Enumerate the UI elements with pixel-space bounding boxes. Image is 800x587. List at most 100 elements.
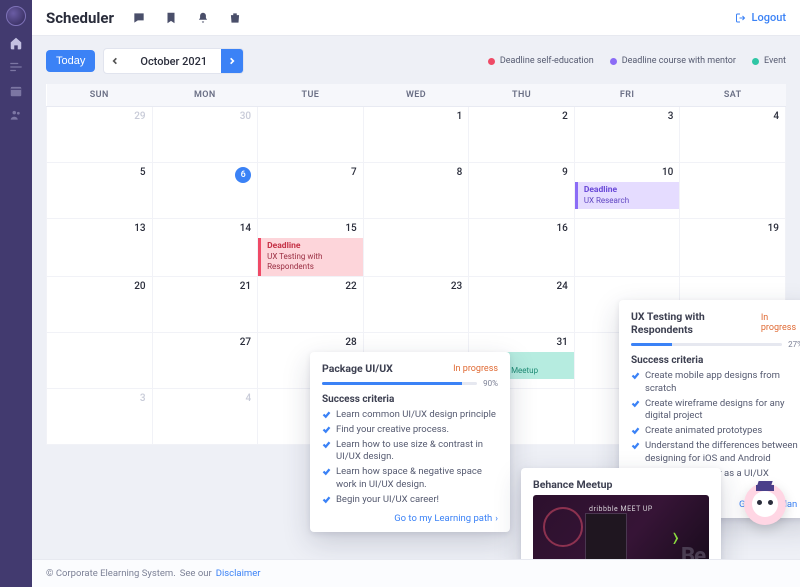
calendar-cell[interactable]: 10 DeadlineUX Research: [574, 163, 680, 219]
calendar-dayname: THU: [469, 84, 575, 107]
popover-package: Package UI/UX In progress 90% Success cr…: [310, 352, 510, 532]
day-number: 16: [556, 223, 567, 234]
calendar-cell[interactable]: [574, 219, 680, 277]
calendar: SUNMONTUEWEDTHUFRISAT 293012345678910Dea…: [46, 84, 786, 445]
calendar-cell[interactable]: 16: [469, 219, 575, 277]
day-number: 19: [768, 223, 779, 234]
day-number: 2: [562, 111, 568, 122]
subtitle: Success criteria: [631, 355, 800, 366]
calendar-cell[interactable]: 9: [469, 163, 575, 219]
month-navigator: October 2021: [103, 48, 244, 74]
calendar-cell[interactable]: [258, 107, 364, 163]
disclaimer-link[interactable]: Disclaimer: [216, 568, 261, 579]
content-area: Today October 2021 Deadline self-educati…: [32, 36, 800, 559]
event-thumbnail: dribbble MEET UP › Be: [533, 495, 709, 559]
help-mascot-button[interactable]: [744, 483, 786, 525]
calendar-cell[interactable]: 6: [152, 163, 258, 219]
calendar-cell[interactable]: [47, 332, 153, 388]
footer: © Corporate Elearning System. See our Di…: [32, 559, 800, 587]
day-number: 3: [140, 393, 146, 404]
calendar-dayname: SAT: [680, 84, 786, 107]
criteria-item: Create wireframe designs for any digital…: [631, 398, 800, 424]
calendar-cell[interactable]: 7: [258, 163, 364, 219]
calendar-dayname: FRI: [574, 84, 680, 107]
day-number: 15: [345, 223, 356, 234]
calendar-cell[interactable]: 15 DeadlineUX Testing with Respondents: [258, 219, 364, 277]
legend-dot-teal: [752, 58, 759, 65]
calendar-cell[interactable]: 20: [47, 276, 153, 332]
day-number: 10: [662, 167, 673, 178]
topbar: Scheduler Logout: [32, 0, 800, 36]
logout-button[interactable]: Logout: [735, 11, 786, 24]
nav-calendar-icon[interactable]: [9, 84, 23, 98]
month-label: October 2021: [126, 55, 221, 68]
day-number: 20: [134, 281, 145, 292]
calendar-cell[interactable]: 14: [152, 219, 258, 277]
calendar-dayname: WED: [363, 84, 469, 107]
calendar-cell[interactable]: 21: [152, 276, 258, 332]
calendar-cell[interactable]: 1: [363, 107, 469, 163]
calendar-cell[interactable]: 13: [47, 219, 153, 277]
popover-title: Behance Meetup: [533, 478, 709, 491]
calendar-cell[interactable]: 4: [152, 388, 258, 444]
nav-home-icon[interactable]: [9, 36, 23, 50]
go-to-learning-path-link[interactable]: Go to my Learning path›: [322, 513, 498, 524]
calendar-cell[interactable]: 8: [363, 163, 469, 219]
legend: Deadline self-education Deadline course …: [488, 56, 786, 66]
criteria-item: Find your creative process.: [322, 424, 498, 437]
calendar-cell[interactable]: 22: [258, 276, 364, 332]
day-number: 3: [668, 111, 674, 122]
calendar-cell[interactable]: 19: [680, 219, 786, 277]
prev-month-button[interactable]: [104, 49, 126, 73]
day-number: 13: [134, 223, 145, 234]
next-month-button[interactable]: [221, 49, 243, 73]
day-number: 1: [457, 111, 463, 122]
calendar-cell[interactable]: 5: [47, 163, 153, 219]
calendar-cell[interactable]: 3: [47, 388, 153, 444]
day-number: 4: [773, 111, 779, 122]
trash-icon[interactable]: [228, 11, 242, 25]
calendar-cell[interactable]: [680, 163, 786, 219]
bookmark-icon[interactable]: [164, 11, 178, 25]
calendar-cell[interactable]: [363, 219, 469, 277]
day-number: 8: [457, 167, 463, 178]
popover-title: Package UI/UX: [322, 362, 393, 375]
popover-title: UX Testing with Respondents: [631, 310, 761, 336]
calendar-cell[interactable]: 3: [574, 107, 680, 163]
today-button[interactable]: Today: [46, 50, 95, 72]
day-number: 31: [556, 337, 567, 348]
calendar-cell[interactable]: 24: [469, 276, 575, 332]
calendar-dayname: TUE: [258, 84, 364, 107]
calendar-cell[interactable]: 27: [152, 332, 258, 388]
day-number: 30: [240, 111, 251, 122]
day-number: 28: [345, 337, 356, 348]
day-number: 5: [140, 167, 146, 178]
event-chip[interactable]: DeadlineUX Research: [575, 182, 680, 209]
popover-behance: Behance Meetup dribbble MEET UP › Be Go …: [521, 468, 721, 559]
calendar-cell[interactable]: 4: [680, 107, 786, 163]
bell-icon[interactable]: [196, 11, 210, 25]
page-title: Scheduler: [46, 9, 114, 27]
calendar-cell[interactable]: 29: [47, 107, 153, 163]
progress-bar: [322, 382, 477, 385]
calendar-controls: Today October 2021 Deadline self-educati…: [46, 48, 786, 74]
calendar-dayname: MON: [152, 84, 258, 107]
progress-percent: 90%: [483, 379, 498, 388]
left-sidebar: [0, 0, 32, 587]
calendar-cell[interactable]: 2: [469, 107, 575, 163]
day-number: 29: [134, 111, 145, 122]
chat-icon[interactable]: [132, 11, 146, 25]
calendar-cell[interactable]: 30: [152, 107, 258, 163]
calendar-cell[interactable]: 23: [363, 276, 469, 332]
day-number: 4: [245, 393, 251, 404]
nav-sliders-icon[interactable]: [9, 60, 23, 74]
criteria-item: Create mobile app designs from scratch: [631, 370, 800, 396]
nav-users-icon[interactable]: [9, 108, 23, 122]
day-number: 22: [345, 281, 356, 292]
event-chip[interactable]: DeadlineUX Testing with Respondents: [258, 238, 363, 276]
legend-mentor: Deadline course with mentor: [610, 56, 736, 66]
day-number: 27: [240, 337, 251, 348]
calendar-dayname: SUN: [47, 84, 153, 107]
app-logo: [6, 6, 26, 26]
legend-dot-red: [488, 58, 495, 65]
